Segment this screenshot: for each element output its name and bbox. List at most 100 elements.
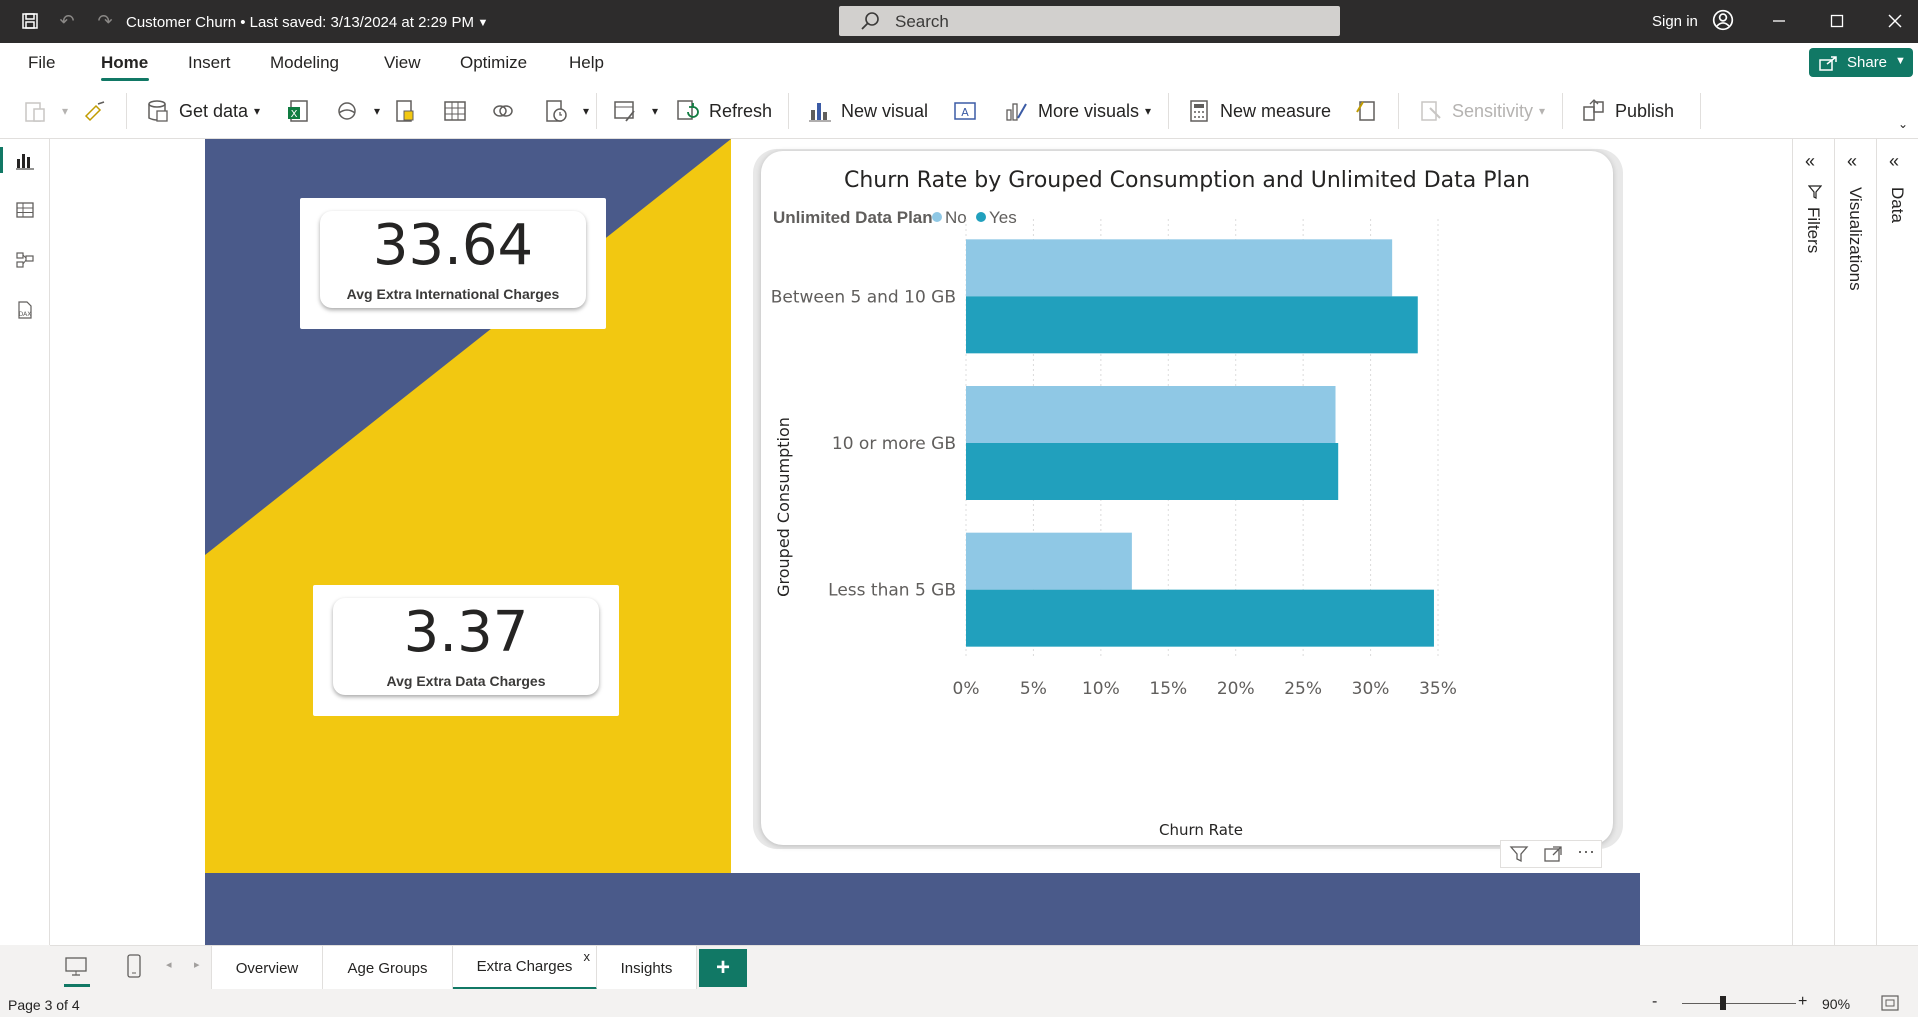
kpi-card-international[interactable]: 33.64 Avg Extra International Charges — [300, 198, 606, 329]
filter-icon[interactable] — [1509, 845, 1529, 868]
close-icon[interactable] — [1884, 10, 1906, 32]
maximize-icon[interactable] — [1826, 10, 1848, 32]
svg-text:A: A — [961, 106, 969, 119]
excel-button[interactable]: X — [286, 96, 320, 126]
account-icon[interactable] — [1712, 9, 1734, 31]
publish-button[interactable]: Publish — [1581, 96, 1674, 126]
chart-svg: Churn Rate by Grouped Consumption and Un… — [771, 168, 1530, 839]
side-panes: « Filters « Visualizations « Data — [1792, 139, 1918, 945]
model-view-icon[interactable] — [12, 247, 38, 273]
tab-optimize[interactable]: Optimize — [460, 53, 527, 73]
sign-in-link[interactable]: Sign in — [1652, 13, 1698, 30]
fit-to-page-icon[interactable] — [1880, 994, 1900, 1017]
tab-insert[interactable]: Insert — [188, 53, 231, 73]
expand-data-icon[interactable]: « — [1889, 151, 1899, 172]
new-visual-button[interactable]: New visual — [807, 96, 928, 126]
desktop-layout-icon[interactable] — [64, 956, 88, 983]
bar-yes[interactable] — [966, 589, 1434, 647]
dataverse-button[interactable] — [392, 96, 426, 126]
filters-pane[interactable]: « Filters — [1792, 139, 1834, 945]
page-tab-bar: ◂ ▸ Overview Age Groups Extra Charges x … — [50, 945, 1918, 990]
transform-data-button[interactable]: ▾ — [612, 96, 658, 126]
mobile-layout-icon[interactable] — [126, 954, 142, 983]
page-tab-age-groups[interactable]: Age Groups — [323, 946, 453, 990]
tab-file[interactable]: File — [28, 53, 55, 73]
tab-modeling[interactable]: Modeling — [270, 53, 339, 73]
document-title: Customer Churn • Last saved: 3/13/2024 a… — [126, 14, 474, 31]
clock-file-icon — [546, 100, 567, 122]
share-label: Share — [1847, 54, 1888, 71]
expand-visualizations-icon[interactable]: « — [1847, 151, 1857, 172]
quick-measure-button[interactable] — [1354, 96, 1388, 126]
enter-data-button[interactable] — [442, 96, 476, 126]
svg-text:DAX: DAX — [19, 311, 32, 318]
get-data-button[interactable]: Get data ▾ — [145, 96, 260, 126]
x-axis-title: Churn Rate — [1159, 821, 1243, 839]
kpi-card-data[interactable]: 3.37 Avg Extra Data Charges — [313, 585, 619, 716]
collapse-ribbon-icon[interactable]: ⌄ — [1898, 117, 1908, 131]
new-measure-button[interactable]: New measure — [1186, 96, 1331, 126]
search-input[interactable]: Search — [839, 6, 1340, 36]
more-options-icon[interactable]: ⋯ — [1577, 842, 1595, 863]
search-placeholder: Search — [895, 12, 949, 31]
visualizations-pane[interactable]: « Visualizations — [1834, 139, 1876, 945]
page-tab-overview[interactable]: Overview — [211, 946, 323, 990]
more-visuals-label: More visuals — [1038, 100, 1140, 121]
title-dropdown-icon[interactable]: ▼ — [472, 12, 494, 34]
tab-home[interactable]: Home — [101, 53, 148, 73]
category-label: 10 or more GB — [832, 434, 956, 454]
zoom-out-icon[interactable]: - — [1652, 993, 1657, 1011]
page-tab-extra-charges[interactable]: Extra Charges x — [453, 946, 597, 990]
add-page-button[interactable]: + — [699, 949, 747, 987]
sensitivity-label: Sensitivity — [1452, 100, 1534, 121]
sensitivity-icon — [1421, 101, 1441, 121]
publish-icon — [1583, 99, 1604, 121]
refresh-button[interactable]: Refresh — [675, 96, 772, 126]
x-tick-label: 15% — [1149, 679, 1187, 699]
recent-sources-button[interactable] — [490, 96, 524, 126]
share-icon — [1819, 56, 1837, 71]
share-button[interactable]: Share ▼ — [1809, 48, 1913, 77]
page-tab-insights[interactable]: Insights — [597, 946, 697, 990]
focus-mode-icon[interactable] — [1543, 845, 1563, 868]
refresh-schedule-button[interactable]: ▾ — [543, 96, 589, 126]
sensitivity-button[interactable]: Sensitivity ▾ — [1418, 96, 1545, 126]
visualizations-pane-label: Visualizations — [1846, 187, 1865, 291]
tab-help[interactable]: Help — [569, 53, 604, 73]
redo-icon[interactable]: ↷ — [94, 10, 116, 32]
legend-label-no[interactable]: No — [945, 208, 967, 227]
zoom-in-icon[interactable]: + — [1798, 993, 1807, 1011]
minimize-icon[interactable] — [1768, 10, 1790, 32]
close-page-icon[interactable]: x — [584, 949, 591, 964]
bar-no[interactable] — [966, 239, 1393, 297]
scroll-left-icon[interactable]: ◂ — [166, 958, 172, 971]
chart-legend: No Yes — [932, 208, 1017, 227]
paste-button[interactable]: ▾ — [22, 96, 68, 126]
undo-icon[interactable]: ↶ — [56, 10, 78, 32]
zoom-slider[interactable] — [1682, 1003, 1796, 1004]
paste-icon — [25, 102, 45, 122]
legend-label-yes[interactable]: Yes — [989, 208, 1017, 227]
report-view-icon[interactable] — [12, 147, 38, 173]
dax-query-view-icon[interactable]: DAX — [12, 297, 38, 323]
expand-filters-icon[interactable]: « — [1805, 151, 1815, 172]
save-icon[interactable] — [19, 10, 41, 32]
bar-no[interactable] — [966, 386, 1336, 443]
chevron-down-icon: ▾ — [254, 104, 261, 118]
zoom-slider-thumb[interactable] — [1720, 996, 1726, 1010]
format-painter-button[interactable] — [82, 96, 116, 126]
bar-yes[interactable] — [966, 296, 1418, 354]
data-pane[interactable]: « Data — [1876, 139, 1918, 945]
tab-view[interactable]: View — [384, 53, 421, 73]
bar-yes[interactable] — [966, 443, 1339, 500]
text-box-button[interactable]: A — [952, 96, 986, 126]
onelake-button[interactable]: ▾ — [334, 96, 380, 126]
table-view-icon[interactable] — [12, 197, 38, 223]
scroll-right-icon[interactable]: ▸ — [194, 958, 200, 971]
more-visuals-button[interactable]: More visuals ▾ — [1004, 96, 1151, 126]
bar-no[interactable] — [966, 532, 1132, 590]
active-tab-indicator — [101, 78, 149, 81]
share-chevron-icon: ▼ — [1895, 55, 1906, 67]
publish-label: Publish — [1615, 100, 1675, 121]
churn-rate-bar-chart[interactable]: Churn Rate by Grouped Consumption and Un… — [761, 151, 1613, 845]
